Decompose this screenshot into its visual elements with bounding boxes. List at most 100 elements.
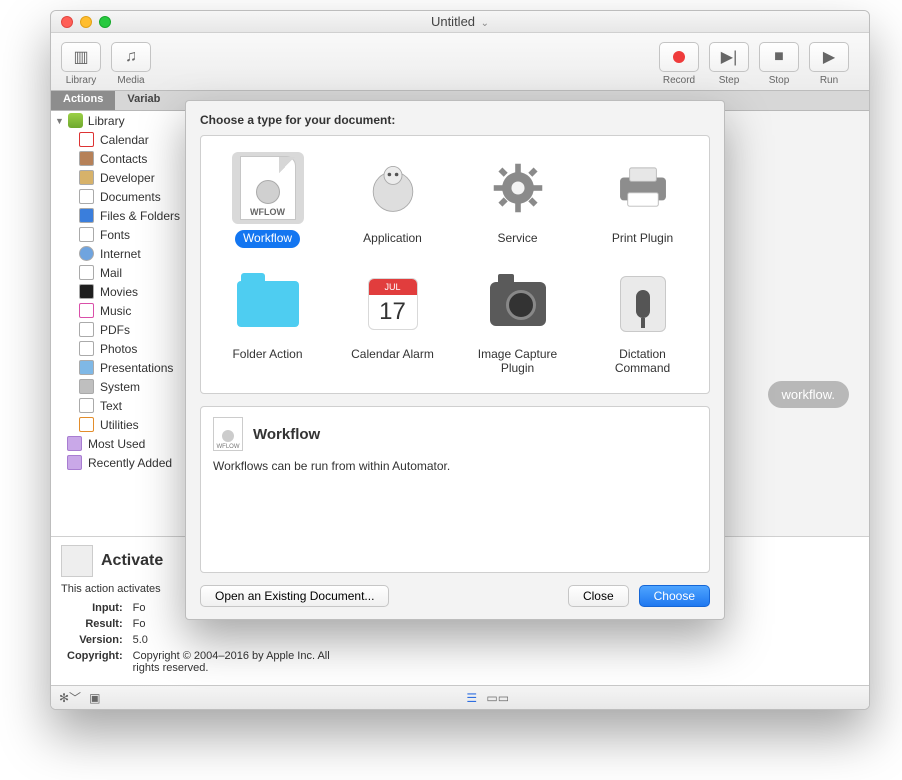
- workflow-doc-icon: WFLOW: [240, 156, 296, 220]
- media-button[interactable]: ♫ Media: [111, 42, 151, 86]
- smartfolder-icon: [67, 455, 82, 470]
- new-document-sheet: Choose a type for your document: WFLOW W…: [185, 100, 725, 620]
- type-service[interactable]: Service: [455, 144, 580, 260]
- sidebar-item-label: Text: [100, 399, 122, 413]
- titlebar: Untitled ⌄: [51, 11, 869, 33]
- type-folder-action[interactable]: Folder Action: [205, 260, 330, 390]
- media-icon: ♫: [125, 48, 137, 66]
- pdfs-icon: [79, 322, 94, 337]
- sidebar-item-label: Developer: [100, 171, 155, 185]
- microphone-icon: [620, 276, 666, 332]
- type-label: Print Plugin: [604, 230, 681, 248]
- action-title: Activate: [101, 552, 163, 570]
- type-image-capture-plugin[interactable]: Image Capture Plugin: [455, 260, 580, 390]
- stop-icon: ■: [774, 48, 784, 66]
- log-view-compact-icon[interactable]: ▭▭: [489, 691, 507, 705]
- smartfolder-icon: [67, 436, 82, 451]
- calendar-icon: [79, 132, 94, 147]
- gear-menu-icon[interactable]: ✻﹀: [59, 689, 81, 706]
- window-title-text: Untitled: [431, 14, 475, 29]
- record-button[interactable]: Record: [659, 42, 699, 86]
- mail-icon: [79, 265, 94, 280]
- sidebar-item-label: Calendar: [100, 133, 149, 147]
- open-existing-button[interactable]: Open an Existing Document...: [200, 585, 389, 607]
- selected-type-description: Workflows can be run from within Automat…: [213, 459, 697, 473]
- sheet-footer: Open an Existing Document... Close Choos…: [200, 585, 710, 607]
- sidebar-item-label: Music: [100, 304, 131, 318]
- sidebar-item-label: PDFs: [100, 323, 130, 337]
- type-print-plugin[interactable]: Print Plugin: [580, 144, 705, 260]
- status-bar: ✻﹀ ▣ ☰ ▭▭: [51, 685, 869, 709]
- tab-variables[interactable]: Variab: [115, 91, 172, 110]
- movies-icon: [79, 284, 94, 299]
- title-chevron-down-icon: ⌄: [481, 18, 489, 29]
- photos-icon: [79, 341, 94, 356]
- presentations-icon: [79, 360, 94, 375]
- type-label: Image Capture Plugin: [459, 346, 576, 378]
- sidebar-item-label: Most Used: [88, 437, 145, 451]
- close-button[interactable]: Close: [568, 585, 629, 607]
- step-icon: ▶|: [721, 47, 737, 67]
- run-button[interactable]: ▶ Run: [809, 42, 849, 86]
- sidebar-item-label: Photos: [100, 342, 137, 356]
- type-dictation-command[interactable]: Dictation Command: [580, 260, 705, 390]
- sidebar-icon: ▥: [73, 47, 88, 67]
- fonts-icon: [79, 227, 94, 242]
- type-label: Service: [489, 230, 545, 248]
- type-workflow[interactable]: WFLOW Workflow: [205, 144, 330, 260]
- sidebar-item-label: Movies: [100, 285, 138, 299]
- calendar-icon: JUL 17: [368, 278, 418, 330]
- tab-actions[interactable]: Actions: [51, 91, 115, 110]
- type-label: Dictation Command: [584, 346, 701, 378]
- library-root-label: Library: [88, 114, 125, 128]
- type-label: Calendar Alarm: [343, 346, 442, 364]
- music-icon: [79, 303, 94, 318]
- library-toggle-button[interactable]: ▥ Library: [61, 42, 101, 86]
- camera-icon: [490, 282, 546, 326]
- utilities-icon: [79, 417, 94, 432]
- window-title[interactable]: Untitled ⌄: [51, 14, 869, 29]
- document-type-grid: WFLOW Workflow Application: [200, 135, 710, 394]
- library-icon: [68, 113, 83, 128]
- workflow-mini-icon: WFLOW: [213, 417, 243, 451]
- files-icon: [79, 208, 94, 223]
- text-icon: [79, 398, 94, 413]
- sidebar-item-label: Contacts: [100, 152, 147, 166]
- sidebar-item-label: Internet: [100, 247, 141, 261]
- printer-icon: [614, 166, 672, 210]
- gear-icon: [490, 160, 546, 216]
- choose-button[interactable]: Choose: [639, 585, 710, 607]
- type-description-box: WFLOW Workflow Workflows can be run from…: [200, 406, 710, 573]
- internet-icon: [79, 246, 94, 261]
- contacts-icon: [79, 151, 94, 166]
- type-calendar-alarm[interactable]: JUL 17 Calendar Alarm: [330, 260, 455, 390]
- log-view-list-icon[interactable]: ☰: [463, 691, 481, 705]
- system-icon: [79, 379, 94, 394]
- application-icon: [366, 161, 420, 215]
- developer-icon: [79, 170, 94, 185]
- sidebar-item-label: Mail: [100, 266, 122, 280]
- type-label: Workflow: [235, 230, 300, 248]
- workflow-hint-pill: workflow.: [768, 381, 849, 408]
- folder-icon: [237, 281, 299, 327]
- sidebar-item-label: Documents: [100, 190, 161, 204]
- documents-icon: [79, 189, 94, 204]
- sidebar-item-label: Utilities: [100, 418, 139, 432]
- stop-button[interactable]: ■ Stop: [759, 42, 799, 86]
- sidebar-item-label: System: [100, 380, 140, 394]
- run-icon: ▶: [823, 47, 835, 67]
- font-action-icon: [61, 545, 93, 577]
- step-button[interactable]: ▶| Step: [709, 42, 749, 86]
- type-label: Folder Action: [224, 346, 310, 364]
- record-icon: [673, 51, 685, 63]
- sidebar-item-label: Files & Folders: [100, 209, 180, 223]
- toolbar: ▥ Library ♫ Media Record ▶| Step ■ Stop …: [51, 33, 869, 91]
- disclosure-triangle-icon[interactable]: ▼: [55, 116, 64, 126]
- sidebar-item-label: Fonts: [100, 228, 130, 242]
- type-application[interactable]: Application: [330, 144, 455, 260]
- sheet-prompt: Choose a type for your document:: [200, 113, 710, 127]
- collapse-icon[interactable]: ▣: [89, 691, 100, 705]
- selected-type-title: Workflow: [253, 426, 320, 443]
- sidebar-item-label: Presentations: [100, 361, 173, 375]
- type-label: Application: [355, 230, 430, 248]
